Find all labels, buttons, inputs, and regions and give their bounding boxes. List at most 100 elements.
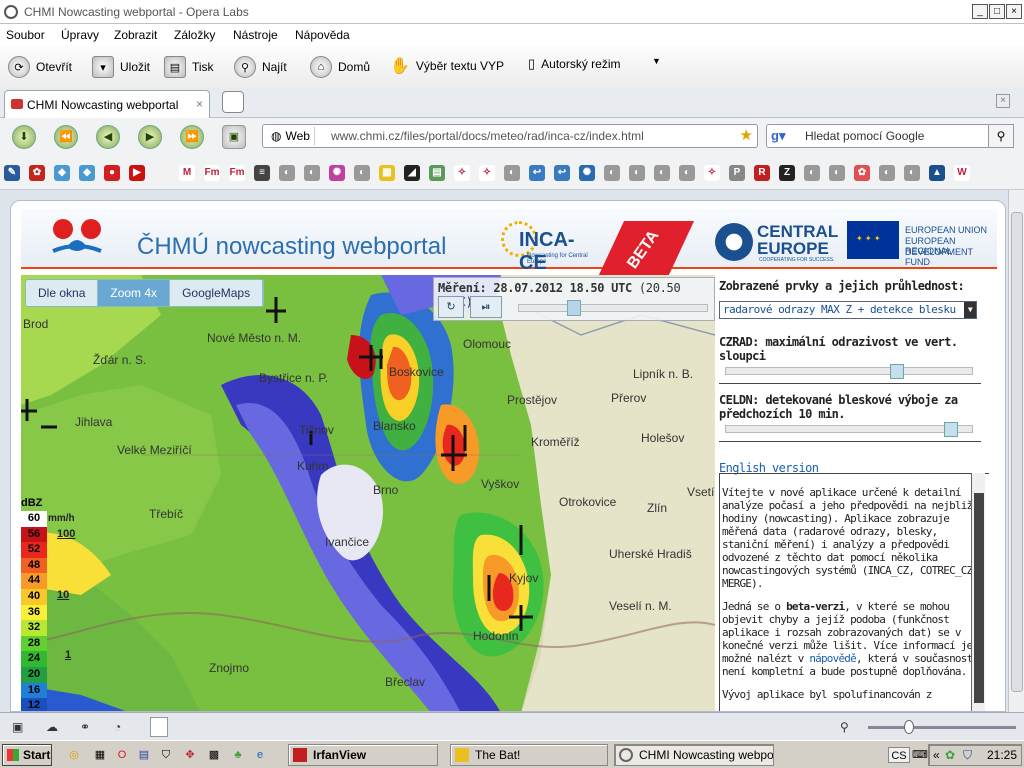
- tab-close-icon[interactable]: ×: [196, 97, 203, 111]
- search-icon[interactable]: ⚲: [988, 124, 1014, 148]
- bookmark-24-icon[interactable]: ✺: [579, 164, 595, 181]
- find-button[interactable]: ⚲ Najít: [234, 56, 287, 78]
- address-bar[interactable]: ◍ Web www.chmi.cz/files/portal/docs/meteo…: [262, 124, 758, 148]
- rewind-icon[interactable]: ⏪: [54, 125, 78, 149]
- menu-napoveda[interactable]: Nápověda: [295, 28, 350, 42]
- menu-upravy[interactable]: Úpravy: [61, 28, 99, 42]
- bookmark-17-icon[interactable]: ◢: [404, 164, 420, 181]
- celdn-slider-thumb[interactable]: [943, 422, 958, 437]
- bookmark-31-icon[interactable]: R: [754, 164, 770, 181]
- bookmark-14-icon[interactable]: ✺: [329, 164, 345, 181]
- quicklaunch-app-icon[interactable]: ▦: [92, 747, 108, 763]
- zoom-slider[interactable]: [868, 720, 1016, 734]
- quicklaunch-tool-icon[interactable]: ✥: [182, 747, 198, 763]
- bookmark-28-icon[interactable]: ◐: [679, 164, 695, 181]
- tray-icon-1[interactable]: ✿: [945, 745, 955, 765]
- minimize-button[interactable]: _: [972, 4, 988, 19]
- task-opera[interactable]: CHMI Nowcasting webpo...: [614, 744, 774, 766]
- tray-icon-2[interactable]: ⛉: [963, 745, 972, 765]
- radar-map[interactable]: Nové Město n. M. Žďár n. S. Bystřice n. P.…: [21, 275, 715, 711]
- close-button[interactable]: ×: [1006, 4, 1022, 19]
- bookmark-9-icon[interactable]: Fm: [204, 164, 220, 181]
- bookmark-16-icon[interactable]: ▦: [379, 164, 395, 181]
- quicklaunch-glasses-icon[interactable]: ◎: [66, 747, 82, 763]
- search-field[interactable]: g▾ Hledat pomocí Google ⚲: [766, 124, 1014, 148]
- print-button[interactable]: ▤ Tisk: [164, 56, 214, 78]
- tray-expand-icon[interactable]: «: [933, 745, 940, 765]
- reload-icon[interactable]: ↻: [438, 296, 464, 318]
- bookmark-10-icon[interactable]: Fm: [229, 164, 245, 181]
- bookmark-33-icon[interactable]: ◐: [804, 164, 820, 181]
- toolbar-dropdown[interactable]: ▼: [652, 56, 661, 66]
- time-slider-thumb[interactable]: [566, 300, 581, 316]
- play-pause-icon[interactable]: ⏯: [470, 296, 502, 318]
- quicklaunch-ie-icon[interactable]: e: [252, 747, 268, 763]
- bookmark-7-icon[interactable]: [154, 164, 170, 181]
- bookmark-8-icon[interactable]: M: [179, 164, 195, 181]
- bookmark-3-icon[interactable]: ◆: [54, 164, 70, 181]
- maximize-button[interactable]: □: [989, 4, 1005, 19]
- quicklaunch-opera-icon[interactable]: O: [114, 747, 130, 763]
- zoom-slider-thumb[interactable]: [904, 720, 914, 734]
- bookmark-4-icon[interactable]: ◆: [79, 164, 95, 181]
- help-link[interactable]: nápovědě: [809, 652, 856, 665]
- bookmark-30-icon[interactable]: P: [729, 164, 745, 181]
- panel-toggle-icon[interactable]: ▣: [12, 720, 26, 734]
- menu-nastroje[interactable]: Nástroje: [233, 28, 278, 42]
- speed-icon[interactable]: ◔: [114, 720, 128, 734]
- google-icon[interactable]: g▾: [771, 128, 787, 144]
- czrad-slider-thumb[interactable]: [889, 364, 904, 379]
- bookmark-38-icon[interactable]: ▲: [929, 164, 945, 181]
- bookmark-15-icon[interactable]: ◐: [354, 164, 370, 181]
- new-tab-button[interactable]: [222, 91, 244, 113]
- bookmark-12-icon[interactable]: ◐: [279, 164, 295, 181]
- celdn-opacity-slider[interactable]: [725, 422, 973, 437]
- zoom-icon[interactable]: ⚲: [840, 720, 854, 734]
- tab-chmi[interactable]: CHMI Nowcasting webportal ×: [4, 90, 210, 118]
- view-googlemaps-button[interactable]: GoogleMaps: [170, 280, 264, 306]
- menu-zalozky[interactable]: Záložky: [174, 28, 215, 42]
- bookmark-21-icon[interactable]: ◐: [504, 164, 520, 181]
- bookmark-26-icon[interactable]: ◐: [629, 164, 645, 181]
- reload-icon[interactable]: ▣: [222, 125, 246, 149]
- layer-select[interactable]: radarové odrazy MAX Z + detekce blesku ▼: [719, 301, 977, 319]
- info-scrollbar[interactable]: [971, 473, 985, 711]
- bookmark-2-icon[interactable]: ✿: [29, 164, 45, 181]
- bookmark-35-icon[interactable]: ✿: [854, 164, 870, 181]
- bookmark-39-icon[interactable]: W: [954, 164, 970, 181]
- bookmark-32-icon[interactable]: Z: [779, 164, 795, 181]
- bookmark-27-icon[interactable]: ◐: [654, 164, 670, 181]
- bookmark-29-icon[interactable]: ✧: [704, 164, 720, 181]
- save-button[interactable]: ▾ Uložit: [92, 56, 150, 78]
- view-zoom4x-button[interactable]: Zoom 4x: [98, 280, 171, 306]
- page-scroll-thumb[interactable]: [1011, 212, 1023, 692]
- star-icon[interactable]: ★: [740, 126, 753, 144]
- bookmark-23-icon[interactable]: ↩: [554, 164, 570, 181]
- task-thebat[interactable]: The Bat!: [450, 744, 608, 766]
- menu-zobrazit[interactable]: Zobrazit: [114, 28, 157, 42]
- site-info-button[interactable]: ◍ Web: [267, 127, 315, 145]
- quicklaunch-frog-icon[interactable]: ♣: [230, 747, 246, 763]
- bookmark-34-icon[interactable]: ◐: [829, 164, 845, 181]
- czrad-opacity-slider[interactable]: [725, 364, 973, 379]
- time-slider[interactable]: [518, 300, 708, 316]
- quicklaunch-save-icon[interactable]: ▤: [136, 747, 152, 763]
- select-text-button[interactable]: ✋ Výběr textu VYP: [390, 56, 504, 76]
- quicklaunch-grid-icon[interactable]: ▩: [206, 747, 222, 763]
- share-icon[interactable]: ⚭: [80, 720, 94, 734]
- author-mode-button[interactable]: ▯ Autorský režim: [528, 56, 621, 72]
- bookmark-20-icon[interactable]: ✧: [479, 164, 495, 181]
- bookmark-36-icon[interactable]: ◐: [879, 164, 895, 181]
- bookmark-18-icon[interactable]: ▤: [429, 164, 445, 181]
- bookmark-22-icon[interactable]: ↩: [529, 164, 545, 181]
- language-indicator[interactable]: CS: [888, 747, 910, 763]
- bookmark-5-icon[interactable]: ●: [104, 164, 120, 181]
- bookmark-37-icon[interactable]: ◐: [904, 164, 920, 181]
- close-tab-icon[interactable]: ×: [996, 94, 1010, 108]
- view-fit-button[interactable]: Dle okna: [26, 280, 99, 306]
- home-button[interactable]: ⌂ Domů: [310, 56, 370, 78]
- quicklaunch-shield-icon[interactable]: ⛉: [158, 747, 174, 763]
- download-icon[interactable]: ⬇: [12, 125, 36, 149]
- info-scroll-thumb[interactable]: [974, 493, 984, 703]
- bookmark-13-icon[interactable]: ◐: [304, 164, 320, 181]
